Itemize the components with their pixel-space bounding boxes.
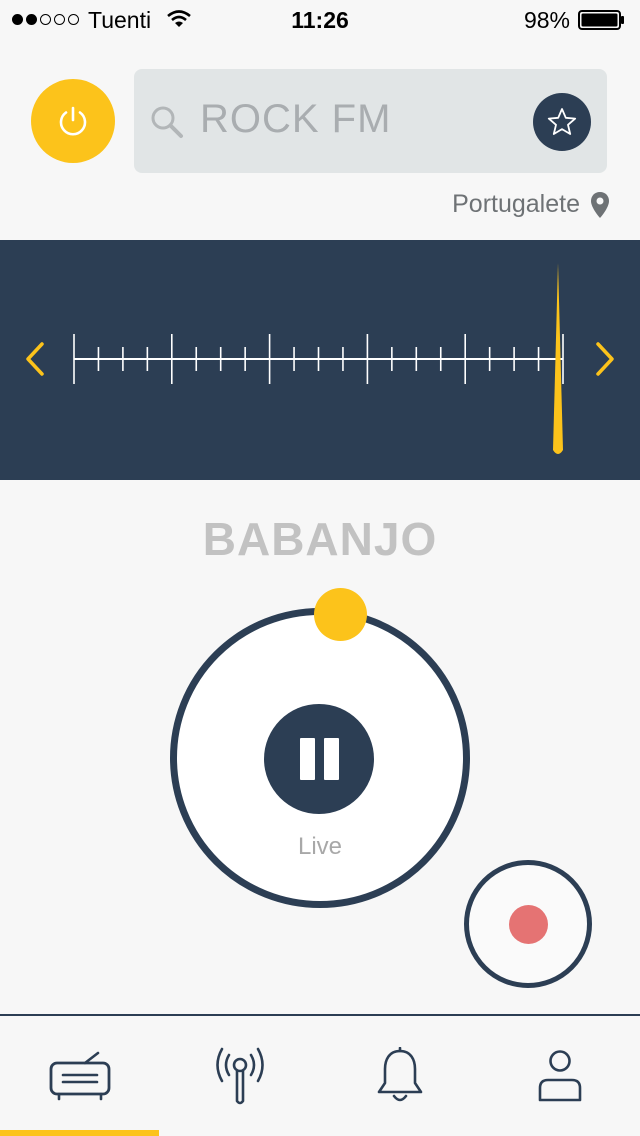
user-icon [538, 1050, 582, 1102]
search-icon [151, 106, 183, 138]
frequency-tuner[interactable] [0, 240, 640, 480]
radio-app-screen: Tuenti 11:26 98% ROCK FM Portugalete BAB… [0, 0, 640, 1136]
chevron-left-icon[interactable] [26, 342, 44, 376]
tab-radio[interactable] [0, 1016, 160, 1136]
tab-alerts[interactable] [320, 1016, 480, 1136]
status-bar: Tuenti 11:26 98% [0, 0, 640, 40]
tuner-scale [73, 334, 564, 384]
record-icon [508, 904, 548, 944]
tuner-graphic [26, 263, 614, 454]
power-button[interactable] [31, 79, 115, 163]
station-name: BABANJO [202, 513, 438, 565]
location-label: Portugalete [452, 190, 580, 218]
station-search-box[interactable]: ROCK FM [134, 69, 607, 173]
tab-bar [0, 1014, 640, 1136]
pause-icon-bar [299, 738, 315, 780]
pause-button[interactable] [264, 704, 374, 814]
chevron-right-icon[interactable] [596, 342, 614, 376]
radio-icon [49, 1051, 111, 1101]
active-tab-indicator [0, 1130, 159, 1136]
bell-icon [377, 1047, 423, 1102]
tab-profile[interactable] [480, 1016, 640, 1136]
battery-icon [578, 10, 624, 30]
progress-knob[interactable] [314, 588, 367, 641]
favorite-button[interactable] [533, 93, 591, 151]
search-input[interactable]: ROCK FM [200, 97, 391, 142]
battery-percent: 98% [523, 7, 570, 33]
star-icon [547, 108, 577, 135]
pause-icon-bar [323, 738, 339, 780]
tab-broadcast[interactable] [160, 1016, 320, 1136]
record-button[interactable] [464, 860, 592, 988]
power-icon [59, 106, 87, 136]
live-label: Live [297, 833, 343, 860]
antenna-icon [216, 1047, 264, 1105]
location-pin-icon [591, 191, 609, 218]
location-indicator[interactable]: Portugalete [452, 190, 610, 219]
